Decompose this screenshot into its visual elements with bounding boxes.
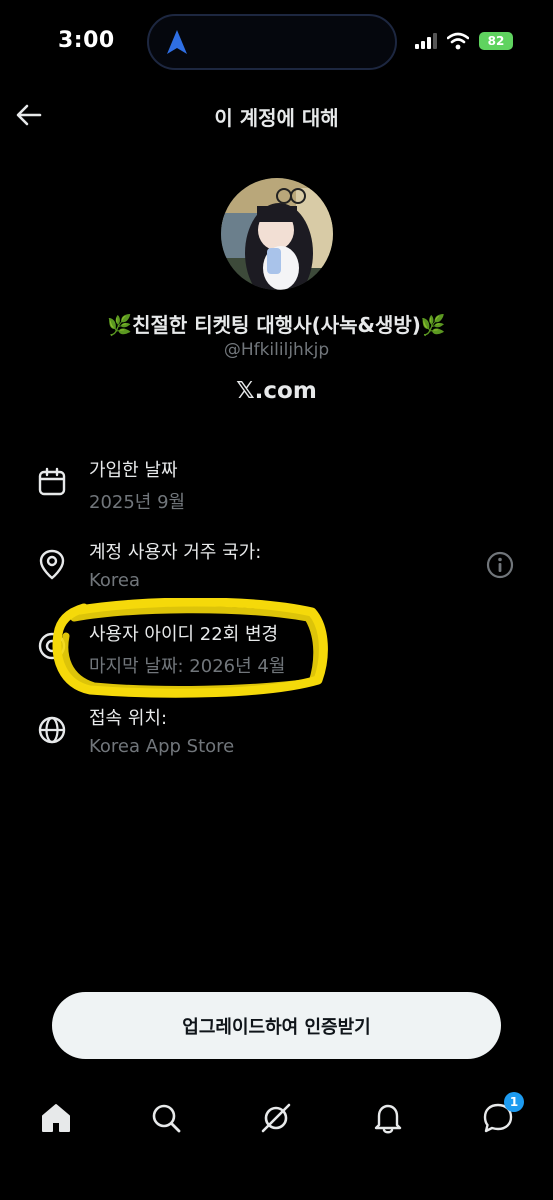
nav-messages[interactable]: 1 — [478, 1092, 524, 1138]
user-handle: @Hfkililjhkjp — [223, 340, 330, 360]
battery-level: 82 — [487, 34, 505, 48]
upgrade-verify-button[interactable]: 업그레이드하여 인증받기 — [52, 992, 501, 1059]
wifi-icon — [447, 32, 469, 50]
grok-icon — [261, 1103, 291, 1133]
info-row-joined: 가입한 날짜 2025년 9월 — [0, 456, 553, 526]
avatar-image — [221, 178, 333, 290]
bell-icon — [374, 1104, 402, 1134]
display-name-text: 친절한 티켓팅 대행사(사녹&생방) — [132, 313, 421, 337]
nav-notifications[interactable] — [368, 1098, 408, 1138]
battery-indicator: 82 — [479, 32, 513, 50]
location-arrow-icon — [167, 30, 187, 54]
home-icon — [42, 1104, 70, 1132]
dynamic-island — [147, 14, 397, 70]
location-pin-icon — [39, 549, 65, 580]
bottom-nav: 1 — [0, 1090, 553, 1150]
globe-icon — [38, 716, 66, 744]
nav-grok[interactable] — [256, 1098, 296, 1138]
info-value: 2025년 9월 — [89, 492, 186, 513]
status-time: 3:00 — [58, 28, 115, 53]
search-icon — [152, 1104, 181, 1133]
info-value: Korea — [89, 570, 141, 591]
nav-search[interactable] — [146, 1098, 186, 1138]
x-com-label: 𝕏.com — [236, 378, 317, 404]
info-label: 가입한 날짜 — [89, 460, 178, 481]
header: 이 계정에 대해 — [0, 90, 553, 140]
page-title: 이 계정에 대해 — [214, 106, 339, 130]
leaf-icon: 🌿 — [107, 313, 133, 337]
nav-home[interactable] — [36, 1098, 76, 1138]
highlight-annotation — [52, 598, 328, 698]
status-indicators: 82 — [415, 30, 513, 52]
leaf-icon: 🌿 — [420, 313, 446, 337]
messages-badge: 1 — [504, 1092, 524, 1112]
info-row-connected-via: 접속 위치: Korea App Store — [0, 704, 553, 774]
status-bar: 3:00 82 — [0, 0, 553, 84]
calendar-icon — [38, 467, 66, 496]
avatar[interactable] — [221, 178, 333, 290]
info-label: 계정 사용자 거주 국가: — [89, 542, 262, 563]
cellular-signal-icon — [415, 33, 437, 49]
info-icon[interactable] — [485, 550, 515, 580]
display-name: 🌿친절한 티켓팅 대행사(사녹&생방)🌿 — [0, 309, 553, 338]
info-value: Korea App Store — [89, 736, 235, 757]
info-label: 접속 위치: — [89, 708, 168, 729]
